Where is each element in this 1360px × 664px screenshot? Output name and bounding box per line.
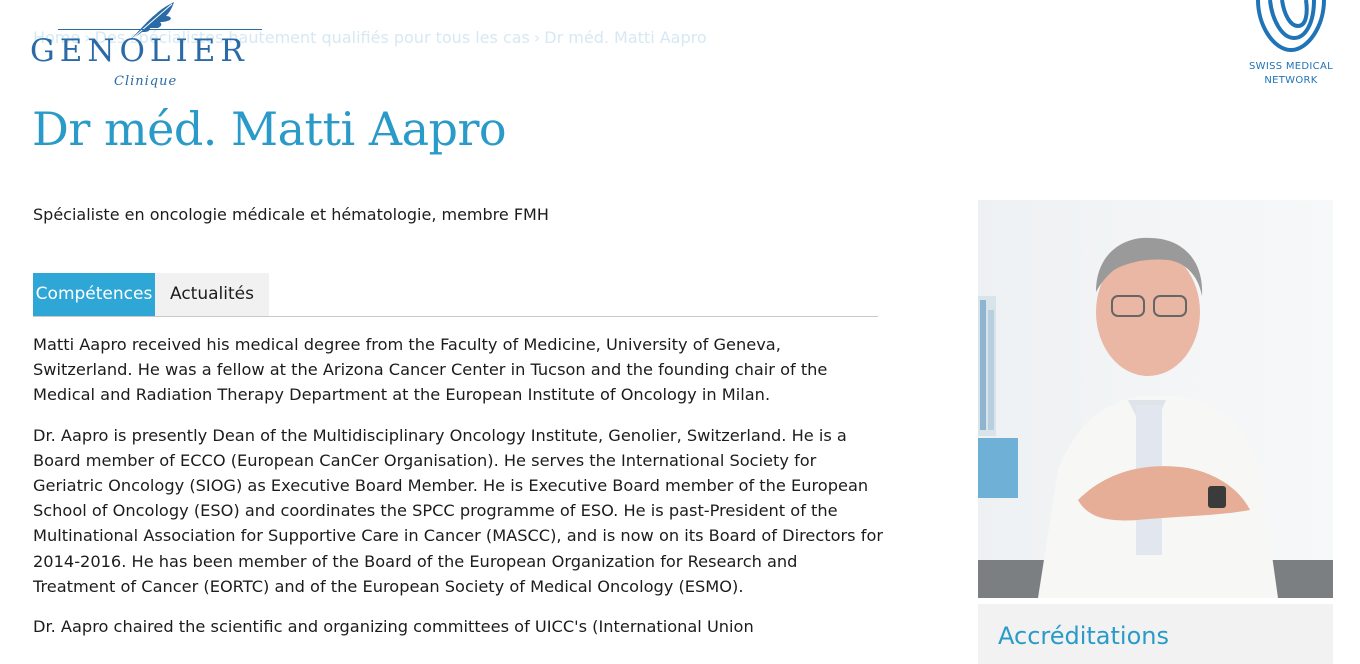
bio-paragraph: Dr. Aapro is presently Dean of the Multi…: [33, 425, 884, 596]
swiss-medical-network-logo[interactable]: SWISS MEDICAL NETWORK: [1238, 0, 1344, 88]
accreditations-panel: Accréditations: [978, 604, 1333, 664]
bio-paragraph: Dr. Aapro chaired the scientific and org…: [33, 617, 754, 637]
network-label-line2: NETWORK: [1264, 75, 1318, 86]
breadcrumb-separator: ›: [533, 28, 541, 47]
doctor-specialty: Spécialiste en oncologie médicale et hém…: [33, 205, 549, 224]
bio-content: Matti Aapro received his medical degree …: [33, 332, 883, 654]
logo-wordmark: GENOLIER: [30, 33, 249, 69]
logo-subtitle: Clinique: [114, 74, 178, 89]
doctor-photo: [978, 200, 1333, 598]
page-title: Dr méd. Matti Aapro: [32, 102, 507, 156]
logo-rule: [58, 29, 262, 30]
genolier-logo[interactable]: GENOLIER Clinique: [30, 0, 262, 92]
doctor-portrait-image: [978, 200, 1333, 598]
breadcrumb-current: Dr méd. Matti Aapro: [544, 28, 707, 47]
network-label-line1: SWISS MEDICAL: [1249, 61, 1333, 72]
tab-bar: Compétences Actualités: [33, 273, 878, 317]
tab-competences[interactable]: Compétences: [33, 273, 155, 316]
tab-actualites[interactable]: Actualités: [155, 273, 269, 316]
accreditations-title[interactable]: Accréditations: [998, 622, 1169, 650]
bio-paragraph: Matti Aapro received his medical degree …: [33, 335, 828, 405]
swiss-medical-network-icon: [1256, 0, 1326, 53]
